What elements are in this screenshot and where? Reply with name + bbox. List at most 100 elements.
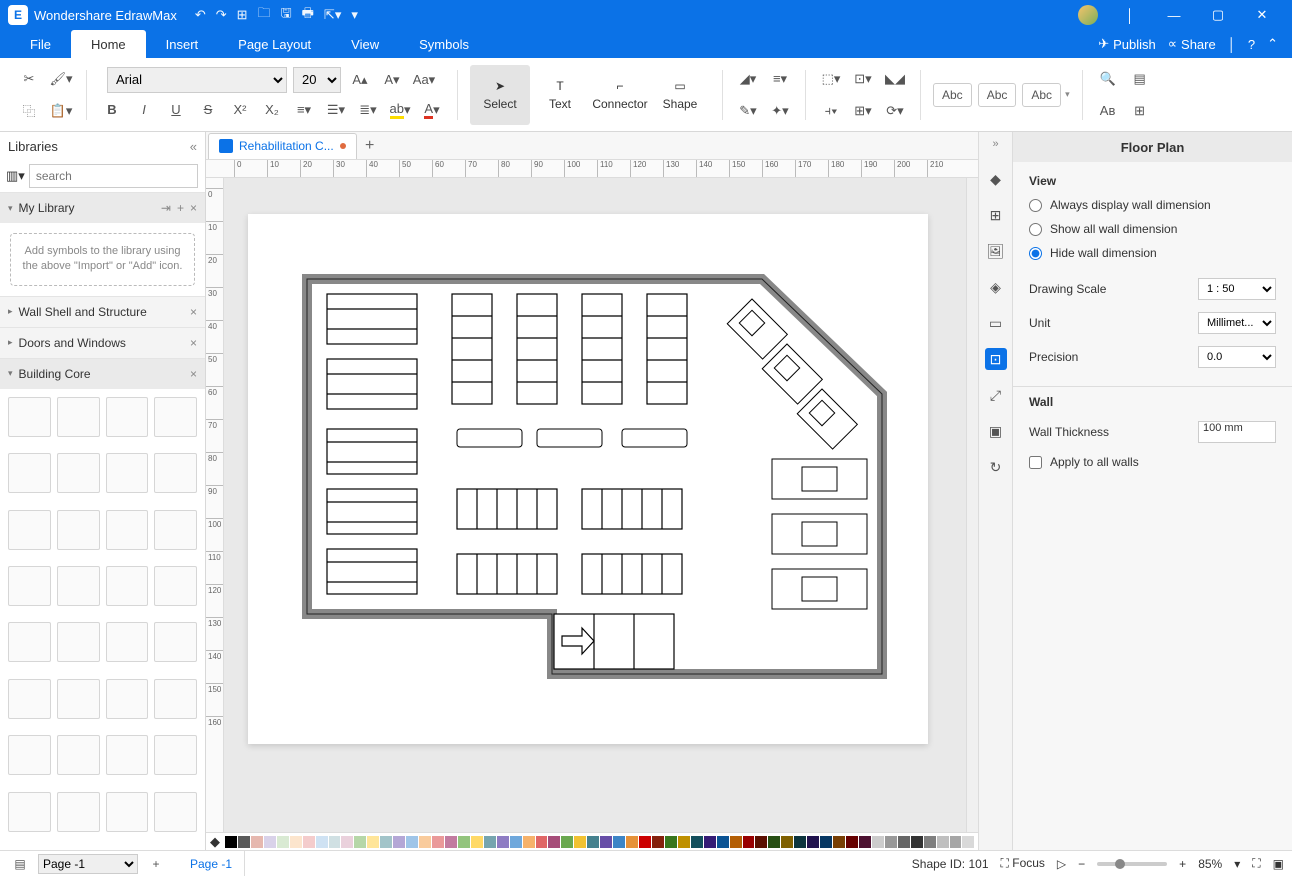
color-swatch[interactable]: [665, 836, 677, 848]
zoom-out-icon[interactable]: −: [1078, 857, 1085, 871]
tab-home[interactable]: Home: [71, 30, 146, 58]
shape-thumb[interactable]: [57, 735, 100, 775]
page-tab[interactable]: Page -1: [178, 851, 245, 876]
layers-rail-icon[interactable]: ◈: [985, 276, 1007, 298]
shape-thumb[interactable]: [106, 510, 149, 550]
shape-thumb[interactable]: [57, 679, 100, 719]
copy-icon[interactable]: ⿻: [16, 98, 42, 124]
underline-icon[interactable]: U: [163, 97, 189, 123]
shape-thumb[interactable]: [57, 622, 100, 662]
dimensions-rail-icon[interactable]: ⤢: [985, 384, 1007, 406]
shape-thumb[interactable]: [154, 679, 197, 719]
tab-insert[interactable]: Insert: [146, 30, 219, 58]
color-swatch[interactable]: [626, 836, 638, 848]
color-swatch[interactable]: [290, 836, 302, 848]
shape-thumb[interactable]: [154, 792, 197, 832]
fit-page-icon[interactable]: ⛶: [1252, 856, 1260, 871]
color-swatch[interactable]: [445, 836, 457, 848]
cut-icon[interactable]: ✂: [16, 66, 42, 92]
save-icon[interactable]: 🖫: [281, 4, 292, 26]
shape-thumb[interactable]: [57, 510, 100, 550]
style-preset-3[interactable]: Abc: [1022, 83, 1061, 107]
bold-icon[interactable]: B: [99, 97, 125, 123]
font-color-icon[interactable]: A▾: [419, 97, 445, 123]
shape-thumb[interactable]: [154, 566, 197, 606]
shape-thumb[interactable]: [154, 453, 197, 493]
color-swatch[interactable]: [497, 836, 509, 848]
scale-select[interactable]: 1 : 50: [1198, 278, 1276, 300]
add-page-icon[interactable]: +: [144, 857, 168, 871]
distribute-icon[interactable]: ⊞▾: [850, 98, 876, 124]
shape-thumb[interactable]: [106, 397, 149, 437]
focus-mode-button[interactable]: ⛶ Focus: [1001, 856, 1045, 871]
shape-thumb[interactable]: [57, 453, 100, 493]
line-style-icon[interactable]: ≡▾: [767, 66, 793, 92]
presentation-rail-icon[interactable]: ▣: [985, 420, 1007, 442]
close-section-icon[interactable]: ×: [190, 367, 197, 381]
new-icon[interactable]: ⊞: [237, 7, 248, 23]
close-icon[interactable]: ✕: [1240, 7, 1284, 23]
section-my-library[interactable]: ▾My Library⇥+×: [0, 193, 205, 223]
color-swatch[interactable]: [510, 836, 522, 848]
collapse-ribbon-icon[interactable]: ⌃: [1267, 36, 1278, 52]
document-tab[interactable]: Rehabilitation C...: [208, 133, 357, 159]
strikethrough-icon[interactable]: S: [195, 97, 221, 123]
color-swatch[interactable]: [238, 836, 250, 848]
color-swatch[interactable]: [600, 836, 612, 848]
color-swatch[interactable]: [367, 836, 379, 848]
color-swatch[interactable]: [225, 836, 237, 848]
radio-hide[interactable]: Hide wall dimension: [1029, 246, 1276, 260]
color-swatch[interactable]: [316, 836, 328, 848]
shape-thumb[interactable]: [8, 622, 51, 662]
color-swatch[interactable]: [950, 836, 962, 848]
change-case-icon[interactable]: Aa▾: [411, 67, 437, 93]
section-building-core[interactable]: ▾Building Core×: [0, 359, 205, 389]
fill-rail-icon[interactable]: ◆: [985, 168, 1007, 190]
shape-thumb[interactable]: [154, 510, 197, 550]
color-swatch[interactable]: [937, 836, 949, 848]
shape-thumb[interactable]: [8, 453, 51, 493]
minimize-icon[interactable]: —: [1152, 8, 1196, 23]
fullscreen-icon[interactable]: ▣: [1273, 857, 1284, 871]
zoom-slider[interactable]: [1097, 862, 1167, 866]
color-swatch[interactable]: [781, 836, 793, 848]
apply-all-walls-checkbox[interactable]: Apply to all walls: [1029, 455, 1276, 469]
redo-icon[interactable]: ↷: [216, 7, 227, 23]
list-icon[interactable]: ≣▾: [355, 97, 381, 123]
color-swatch[interactable]: [277, 836, 289, 848]
color-swatch[interactable]: [820, 836, 832, 848]
print-icon[interactable]: 🖶: [302, 4, 314, 26]
shape-thumb[interactable]: [106, 735, 149, 775]
increase-font-icon[interactable]: A▴: [347, 67, 373, 93]
replace-icon[interactable]: Aʙ: [1095, 98, 1121, 124]
image-rail-icon[interactable]: 🖼: [985, 240, 1007, 262]
play-icon[interactable]: ▷: [1057, 857, 1066, 871]
import-icon[interactable]: ⇥: [161, 201, 171, 215]
close-section-icon[interactable]: ×: [190, 201, 197, 215]
color-swatch[interactable]: [471, 836, 483, 848]
library-menu-icon[interactable]: ▥▾: [6, 168, 25, 184]
color-swatch[interactable]: [678, 836, 690, 848]
eyedropper-icon[interactable]: ◆: [210, 834, 220, 850]
color-swatch[interactable]: [794, 836, 806, 848]
radio-show-all[interactable]: Show all wall dimension: [1029, 222, 1276, 236]
color-swatch[interactable]: [264, 836, 276, 848]
shape-thumb[interactable]: [57, 792, 100, 832]
user-avatar[interactable]: [1078, 5, 1098, 25]
shape-thumb[interactable]: [8, 679, 51, 719]
color-swatch[interactable]: [536, 836, 548, 848]
color-swatch[interactable]: [859, 836, 871, 848]
effects-icon[interactable]: ✦▾: [767, 98, 793, 124]
precision-select[interactable]: 0.0: [1198, 346, 1276, 368]
page-select[interactable]: Page -1: [38, 854, 138, 874]
format-painter-icon[interactable]: 🖌▾: [48, 66, 74, 92]
color-swatch[interactable]: [587, 836, 599, 848]
color-swatch[interactable]: [432, 836, 444, 848]
shape-thumb[interactable]: [106, 622, 149, 662]
align-shapes-icon[interactable]: ⫞▾: [818, 98, 844, 124]
page-list-icon[interactable]: ▤: [8, 857, 32, 871]
zoom-in-icon[interactable]: +: [1179, 857, 1186, 871]
color-swatch[interactable]: [730, 836, 742, 848]
shape-tool[interactable]: ▭Shape: [650, 65, 710, 125]
bullets-icon[interactable]: ☰▾: [323, 97, 349, 123]
